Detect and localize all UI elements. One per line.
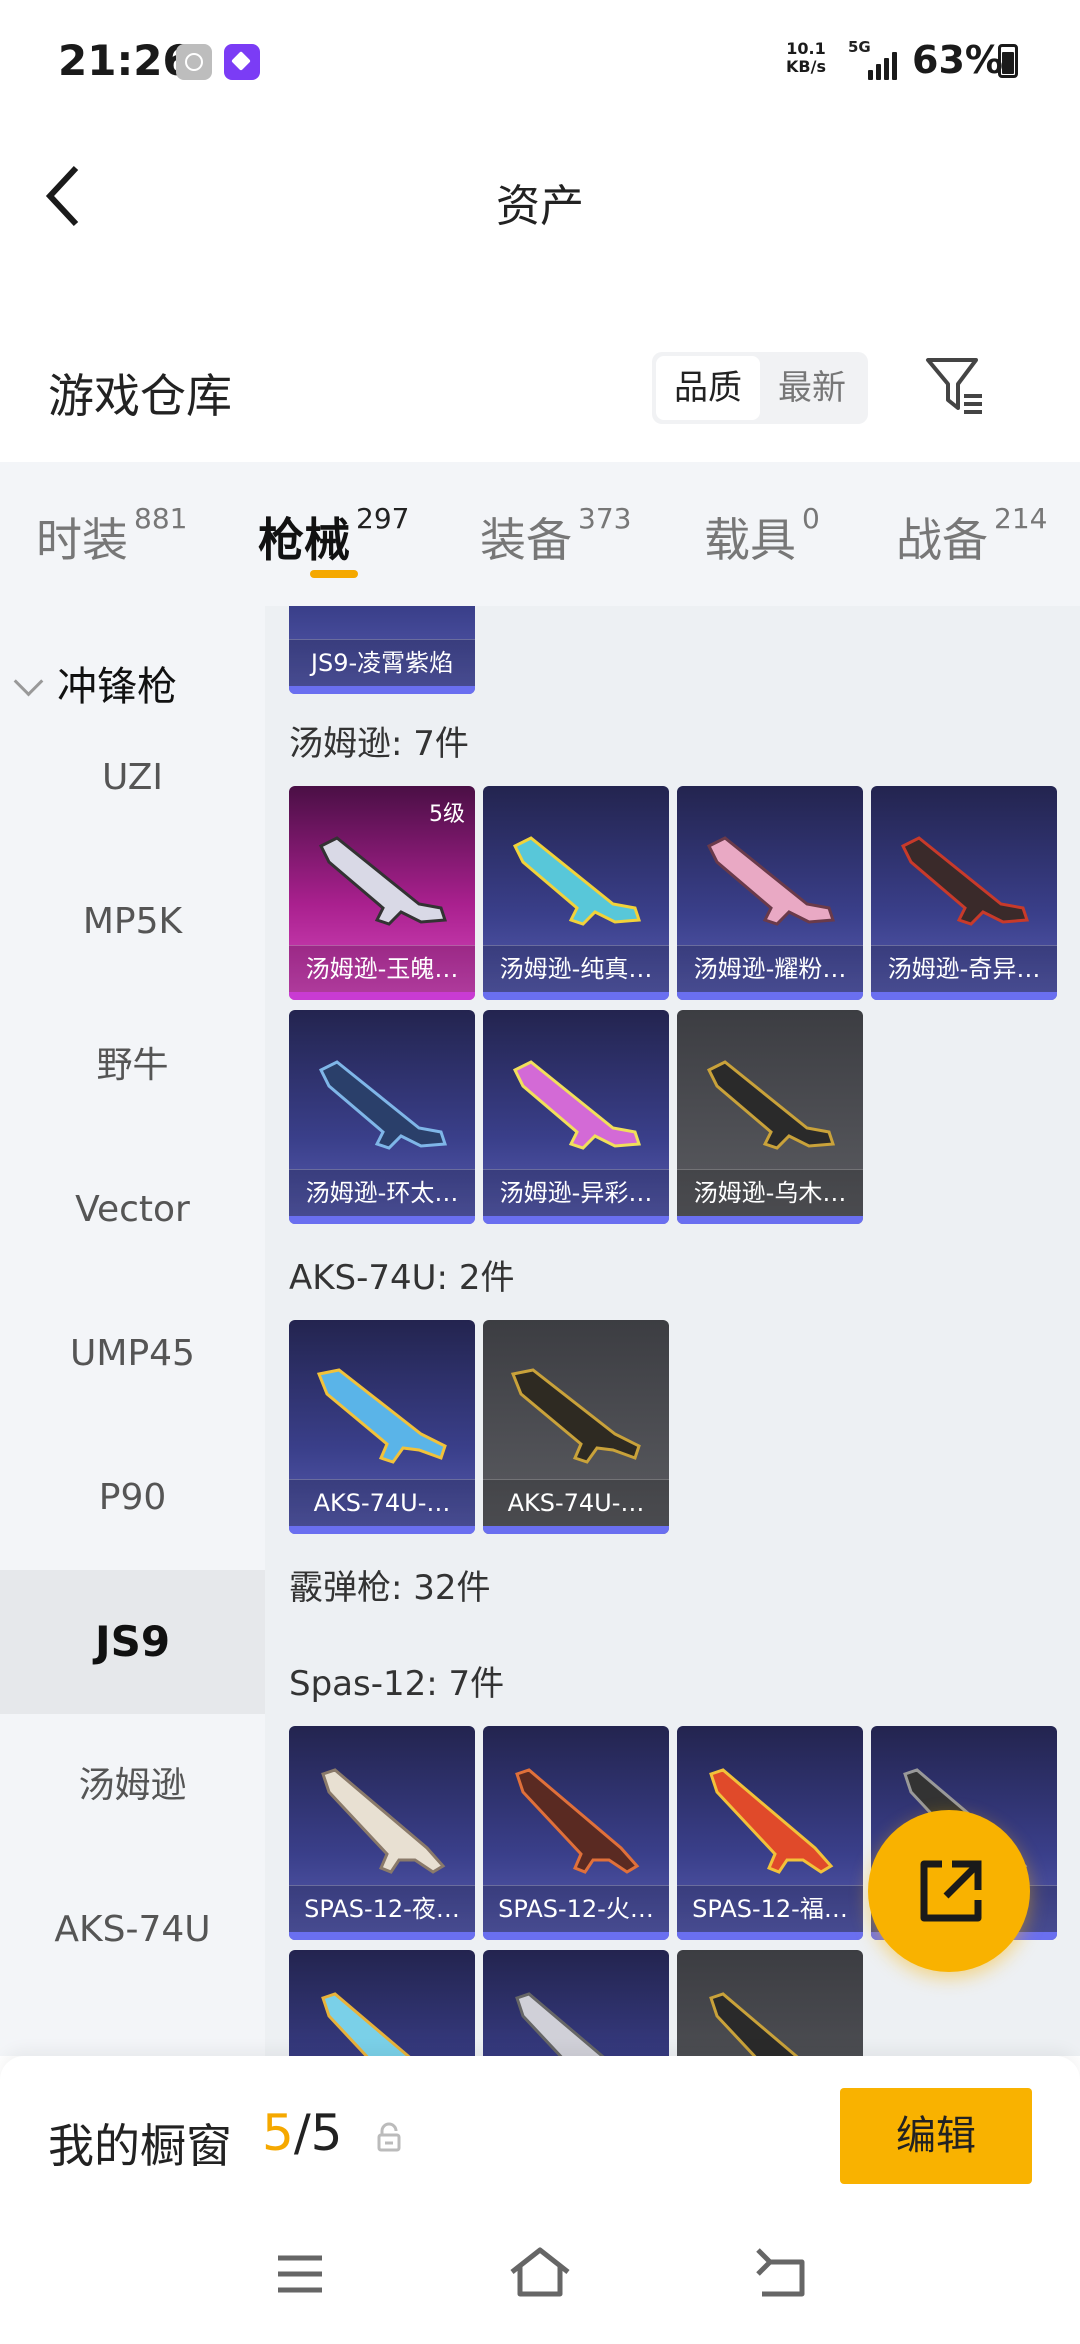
sidebar-item-vector[interactable]: Vector xyxy=(0,1138,265,1282)
gun-image-icon xyxy=(706,1060,836,1150)
sidebar-item-aks74u[interactable]: AKS-74U xyxy=(0,1858,265,2002)
gun-image-icon xyxy=(321,1992,411,2056)
weapon-card[interactable]: AKS-74U-… xyxy=(289,1320,475,1534)
group-title-thompson: 汤姆逊: 7件 xyxy=(289,724,469,764)
sidebar-item-thompson[interactable]: 汤姆逊 xyxy=(0,1714,265,1858)
showcase-bar: 我的橱窗 5/5 编辑 xyxy=(0,2056,1080,2216)
gun-image-icon xyxy=(515,1992,605,2056)
weapon-card[interactable]: SPAS-12-夜… xyxy=(289,1726,475,1940)
sort-toggle: 品质 最新 xyxy=(652,352,868,424)
clock: 21:26 xyxy=(58,36,192,85)
home-icon[interactable] xyxy=(508,2246,572,2298)
group-title-shotgun: 霰弹枪: 32件 xyxy=(289,1568,491,1608)
filter-icon xyxy=(926,358,982,414)
warehouse-title: 游戏仓库 xyxy=(48,369,232,423)
gun-image-icon xyxy=(512,836,642,926)
gun-image-icon xyxy=(318,836,448,926)
system-nav-bar xyxy=(0,2216,1080,2344)
gun-image-icon xyxy=(321,1768,446,1874)
sidebar-item-js9[interactable]: JS9 xyxy=(0,1570,265,1714)
gun-image-icon xyxy=(709,1992,799,2056)
showcase-label: 我的橱窗 xyxy=(48,2119,232,2173)
sidebar-item-p90[interactable]: P90 xyxy=(0,1426,265,1570)
weapon-card[interactable]: 5级 汤姆逊-玉魄… xyxy=(289,786,475,1000)
sidebar-item-ump45[interactable]: UMP45 xyxy=(0,1282,265,1426)
tab-supplies[interactable]: 战备 214 xyxy=(896,502,1047,570)
showcase-count: 5/5 xyxy=(262,2104,343,2162)
settings-notification-icon xyxy=(176,44,212,80)
gun-image-icon xyxy=(510,1368,641,1464)
gun-image-icon xyxy=(709,1768,834,1874)
gun-image-icon xyxy=(318,1060,448,1150)
weapon-card[interactable]: 汤姆逊-环太… xyxy=(289,1010,475,1224)
weapon-card[interactable]: SPAS-12-火… xyxy=(483,1726,669,1940)
weapon-type-sidebar: 冲锋枪 UZI MP5K 野牛 Vector UMP45 P90 JS9 汤姆逊… xyxy=(0,606,265,2056)
weapon-card[interactable]: 汤姆逊-纯真… xyxy=(483,786,669,1000)
app-notification-icon xyxy=(224,44,260,80)
weapon-card[interactable]: 汤姆逊-乌木… xyxy=(677,1010,863,1224)
group-title-spas12: Spas-12: 7件 xyxy=(289,1664,505,1704)
sidebar-item-bison[interactable]: 野牛 xyxy=(0,994,265,1138)
category-tabs: 时装 881 枪械 297 装备 373 载具 0 战备 214 xyxy=(0,462,1080,606)
share-export-icon xyxy=(920,1860,982,1922)
tab-equipment[interactable]: 装备 373 xyxy=(480,502,631,570)
sidebar-section-smg[interactable]: 冲锋枪 xyxy=(13,654,177,712)
chevron-down-icon xyxy=(13,666,44,697)
tab-fashion[interactable]: 时装 881 xyxy=(36,502,187,570)
weapon-card[interactable]: SPAS-12-福… xyxy=(677,1726,863,1940)
sort-newest-option[interactable]: 最新 xyxy=(760,356,864,420)
tab-vehicles[interactable]: 载具 0 xyxy=(704,502,820,570)
weapon-card[interactable]: 汤姆逊-奇异… xyxy=(871,786,1057,1000)
battery-percent: 63% xyxy=(912,38,1003,82)
weapon-card[interactable] xyxy=(483,1950,669,2056)
gun-image-icon xyxy=(515,1768,640,1874)
signal-bars-icon xyxy=(868,50,904,80)
battery-icon xyxy=(998,44,1018,78)
active-tab-indicator xyxy=(310,570,358,578)
network-speed: 10.1 KB/s xyxy=(786,39,826,76)
sidebar-item-mp5k[interactable]: MP5K xyxy=(0,850,265,994)
gun-image-icon xyxy=(706,836,836,926)
sort-quality-option[interactable]: 品质 xyxy=(656,356,760,420)
menu-icon[interactable] xyxy=(276,2252,324,2296)
back-icon[interactable] xyxy=(752,2248,808,2298)
gun-image-icon xyxy=(316,1368,447,1464)
gun-image-icon xyxy=(900,836,1030,926)
gun-image-icon xyxy=(512,1060,642,1150)
weapon-card[interactable] xyxy=(677,1950,863,2056)
group-title-aks74u: AKS-74U: 2件 xyxy=(289,1258,515,1298)
page-title: 资产 xyxy=(496,181,584,232)
tab-firearms[interactable]: 枪械 297 xyxy=(258,502,409,570)
edit-button[interactable]: 编辑 xyxy=(840,2088,1032,2184)
weapon-card[interactable]: AKS-74U-… xyxy=(483,1320,669,1534)
status-bar: 21:26 10.1 KB/s 5G 63% xyxy=(0,0,1080,120)
weapon-card[interactable]: JS9-凌霄紫焰 xyxy=(289,606,475,694)
lock-icon xyxy=(377,2122,401,2152)
share-button[interactable] xyxy=(868,1810,1030,1972)
weapon-card[interactable]: 汤姆逊-耀粉… xyxy=(677,786,863,1000)
weapon-card[interactable]: 汤姆逊-异彩… xyxy=(483,1010,669,1224)
filter-button[interactable] xyxy=(920,350,992,422)
sidebar-item-uzi[interactable]: UZI xyxy=(0,706,265,850)
weapon-card[interactable] xyxy=(289,1950,475,2056)
